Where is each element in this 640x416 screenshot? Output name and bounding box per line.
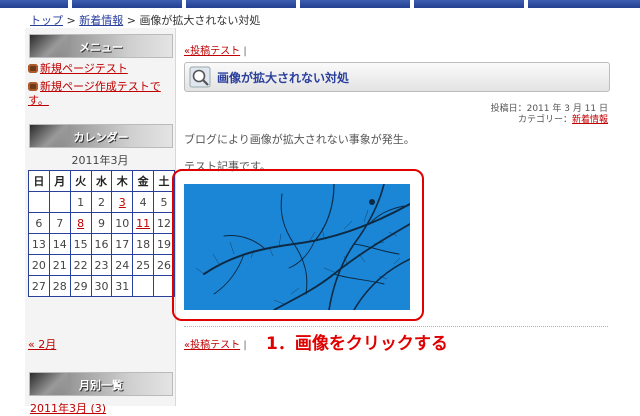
divider [184, 326, 608, 327]
category-nav-bottom: «投稿テスト | [184, 336, 247, 351]
footprint-icon [28, 82, 38, 91]
calendar-week: 20 21 22 23 24 25 26 [28, 254, 175, 276]
menu-heading: メニュー [79, 41, 123, 54]
calendar-day[interactable]: 3 [111, 191, 134, 213]
calendar-day: 31 [111, 275, 134, 297]
breadcrumb-category[interactable]: 新着情報 [79, 14, 123, 27]
nav-tab[interactable] [0, 0, 68, 8]
calendar-day: 27 [28, 275, 50, 297]
menu-item-label[interactable]: 新規ページテスト [40, 62, 128, 75]
calendar-day: 20 [28, 254, 50, 276]
top-nav-bar [0, 0, 640, 8]
category-name-link[interactable]: 新着情報 [572, 115, 608, 125]
main-content: «投稿テスト | 画像が拡大されない対処 投稿日：2011 年 3 月 11 日… [172, 28, 612, 406]
breadcrumb-separator: > [66, 14, 76, 27]
calendar-week: 1 2 3 4 5 [28, 191, 175, 213]
calendar-week: 13 14 15 16 17 18 19 [28, 233, 175, 255]
post-body-text: ブログにより画像が拡大されない事象が発生。 [184, 133, 415, 146]
calendar-day: 21 [48, 254, 71, 276]
calendar-day: 9 [90, 212, 113, 234]
breadcrumb-home[interactable]: トップ [30, 14, 63, 27]
calendar-day-link[interactable]: 8 [77, 217, 84, 230]
annotation-text: 1．画像をクリックする [266, 334, 448, 354]
calendar-day: 22 [69, 254, 92, 276]
calendar-day [28, 191, 50, 213]
calendar-day: 25 [132, 254, 155, 276]
sidebar-menu-item[interactable]: 新規ページ作成テストです。 [28, 80, 168, 108]
calendar-day: 17 [111, 233, 134, 255]
breadcrumb-current: 画像が拡大されない対処 [139, 14, 261, 27]
calendar-day-link[interactable]: 11 [136, 217, 150, 230]
magnifier-icon [189, 66, 211, 88]
post-title: 画像が拡大されない対処 [217, 71, 350, 85]
category-link[interactable]: «投稿テスト [184, 46, 240, 57]
calendar-title: 2011年3月 [71, 154, 129, 167]
breadcrumb: トップ > 新着情報 > 画像が拡大されない対処 [30, 12, 260, 28]
prev-month-link[interactable]: « 2月 [28, 336, 56, 352]
calendar-day: 30 [90, 275, 113, 297]
calendar-day: 24 [111, 254, 134, 276]
nav-tab[interactable] [528, 0, 640, 8]
archive-heading: 月別一覧 [79, 379, 123, 392]
calendar-day: 29 [69, 275, 92, 297]
calendar-day: 10 [111, 212, 134, 234]
category-label: カテゴリー： [517, 115, 572, 125]
weekday-label: 木 [111, 170, 134, 192]
calendar-day: 13 [28, 233, 50, 255]
calendar-day: 18 [132, 233, 155, 255]
category-nav-top: «投稿テスト | [184, 42, 247, 57]
menu-item-label[interactable]: 新規ページ作成テストです。 [28, 80, 161, 107]
calendar-day: 15 [69, 233, 92, 255]
sidebar: メニュー 新規ページテスト 新規ページ作成テストです。 カレンダー 2011年3… [25, 28, 176, 415]
weekday-label: 水 [90, 170, 113, 192]
calendar-day: 28 [48, 275, 71, 297]
calendar-day: 14 [48, 233, 71, 255]
calendar-day: 16 [90, 233, 113, 255]
calendar-day [48, 191, 71, 213]
calendar-day: 7 [48, 212, 71, 234]
calendar-week: 27 28 29 30 31 [28, 275, 175, 297]
calendar-heading-bar: カレンダー [29, 124, 173, 148]
footprint-icon [28, 64, 38, 73]
archive-heading-bar: 月別一覧 [29, 372, 173, 396]
post-image[interactable] [184, 184, 410, 310]
sidebar-menu-item[interactable]: 新規ページテスト [28, 62, 168, 76]
calendar-day: 4 [132, 191, 155, 213]
calendar-header-row: 日 月 火 水 木 金 土 [28, 170, 175, 192]
nav-tab[interactable] [414, 0, 524, 8]
archive-item[interactable]: 2011年3月 (3) [30, 400, 106, 416]
calendar-day[interactable]: 8 [69, 212, 92, 234]
post-category: カテゴリー：新着情報 [518, 112, 608, 125]
calendar-week: 6 7 8 9 10 11 12 [28, 212, 175, 234]
calendar-table: 日 月 火 水 木 金 土 1 2 3 4 5 6 7 8 9 10 11 12… [28, 170, 175, 297]
menu-heading-bar: メニュー [29, 34, 173, 58]
nav-tab[interactable] [300, 0, 410, 8]
calendar-day: 2 [90, 191, 113, 213]
calendar-heading: カレンダー [73, 131, 129, 144]
calendar-day[interactable]: 11 [132, 212, 155, 234]
nav-tab[interactable] [72, 0, 182, 8]
calendar-day: 23 [90, 254, 113, 276]
weekday-label: 日 [28, 170, 50, 192]
weekday-label: 金 [132, 170, 155, 192]
weekday-label: 火 [69, 170, 92, 192]
calendar-day-link[interactable]: 3 [119, 196, 126, 209]
calendar-day [132, 275, 155, 297]
calendar-day: 1 [69, 191, 92, 213]
nav-tab[interactable] [186, 0, 296, 8]
breadcrumb-separator: > [126, 14, 136, 27]
post-title-bar: 画像が拡大されない対処 [184, 62, 610, 92]
category-link[interactable]: «投稿テスト [184, 340, 240, 351]
separator: | [243, 46, 247, 57]
archive-item-label[interactable]: 2011年3月 (3) [30, 402, 106, 415]
weekday-label: 月 [48, 170, 71, 192]
calendar-day: 6 [28, 212, 50, 234]
separator: | [243, 340, 247, 351]
